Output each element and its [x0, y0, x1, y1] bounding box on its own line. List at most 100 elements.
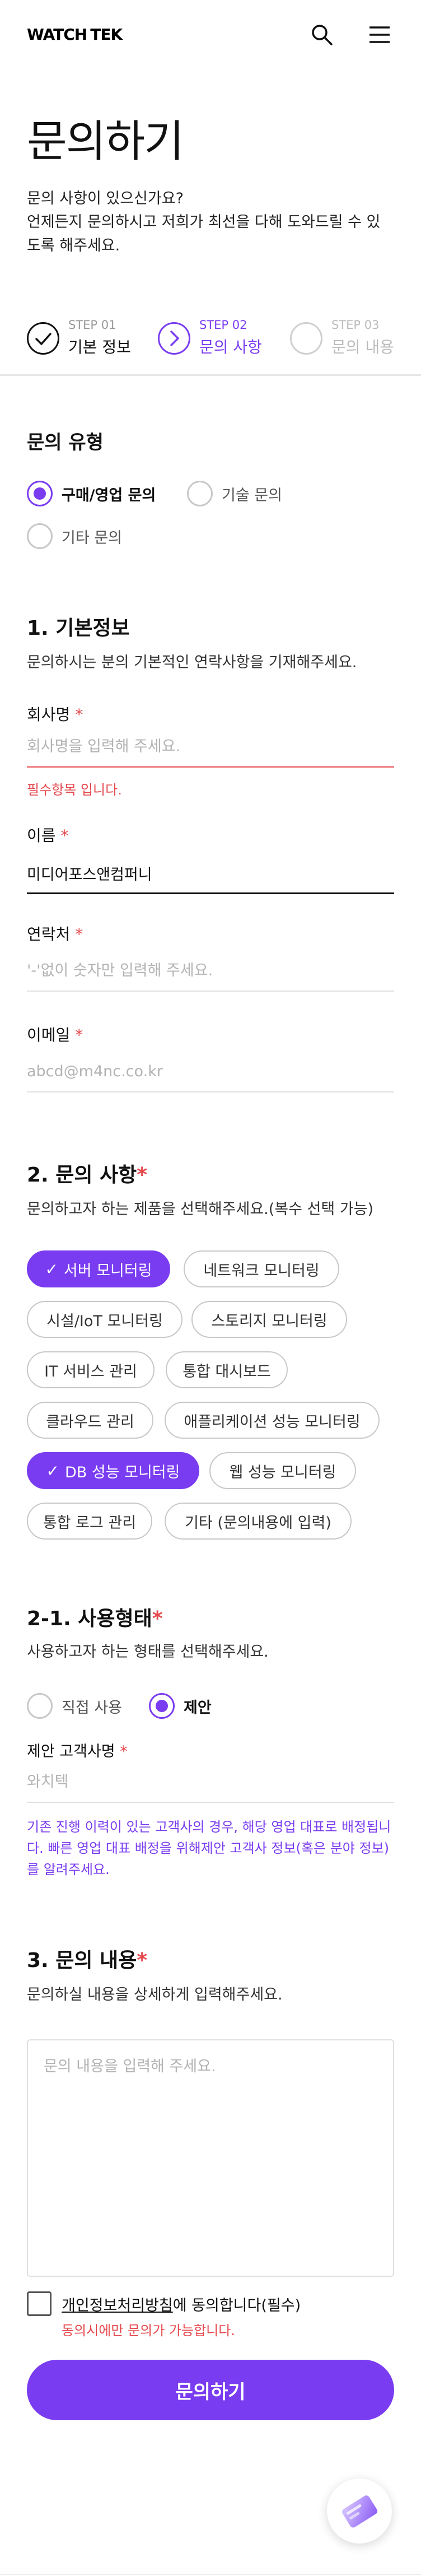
- watchtek-logo[interactable]: WATCH TEK: [27, 21, 148, 54]
- page-description-line: 도록 해주세요.: [27, 237, 120, 254]
- chip-db-performance-monitoring[interactable]: DB 성능 모니터링: [27, 1452, 199, 1489]
- name-field: [27, 856, 394, 894]
- assignment-note-line: 다. 빠른 영업 대표 배정을 위해제안 고객사 정보(혹은 분야 정보): [27, 1840, 390, 1856]
- radio-label: 제안: [184, 1699, 212, 1717]
- company-error-message: 필수항목 입니다.: [27, 782, 122, 798]
- step-circle-icon: [290, 322, 322, 355]
- radio-purchase-inquiry[interactable]: 구매/영업 문의: [27, 480, 156, 508]
- privacy-agreement-text: 에 동의합니다(필수): [172, 2296, 301, 2314]
- radio-label: 기술 문의: [222, 486, 282, 504]
- submit-button[interactable]: 문의하기: [27, 2360, 394, 2420]
- page-title: 문의하기: [27, 117, 184, 167]
- privacy-agreement[interactable]: 개인정보처리방침에 동의합니다(필수): [27, 2289, 301, 2318]
- step-number: STEP 02: [199, 318, 247, 332]
- usage-title-text: 2-1. 사용형태: [27, 1607, 152, 1630]
- content-description: 문의하실 내용을 상세하게 입력해주세요.: [27, 1986, 283, 2003]
- radio-tech-inquiry[interactable]: 기술 문의: [187, 480, 282, 508]
- content-textarea-box: [27, 2039, 394, 2277]
- step-number: STEP 01: [68, 318, 116, 332]
- assignment-note-line: 를 알려주세요.: [27, 1862, 110, 1877]
- message-card-icon: [342, 2495, 378, 2528]
- inquiry-type-title: 문의 유형: [27, 431, 104, 454]
- chip-web-performance-monitoring[interactable]: 웹 성능 모니터링: [209, 1452, 356, 1489]
- client-name-input[interactable]: [27, 1765, 394, 1798]
- email-input[interactable]: [27, 1054, 394, 1088]
- agreement-required-notice: 동의시에만 문의가 가능합니다.: [62, 2323, 235, 2338]
- name-label-text: 이름: [27, 826, 56, 845]
- email-field: [27, 1054, 394, 1092]
- phone-input[interactable]: [27, 954, 394, 987]
- content-textarea[interactable]: [28, 2040, 393, 2276]
- page-description-line: 언제든지 문의하시고 저희가 최선을 다해 도와드릴 수 있: [27, 213, 381, 231]
- content-title-text: 3. 문의 내용: [27, 1949, 137, 1972]
- chip-it-service-management[interactable]: IT 서비스 관리: [27, 1351, 155, 1388]
- company-label: 회사명 *: [27, 703, 83, 725]
- inquiry-items-title-text: 2. 문의 사항: [27, 1164, 137, 1187]
- logo-tek-text: TEK: [90, 21, 148, 54]
- chip-other[interactable]: 기타 (문의내용에 입력): [165, 1503, 352, 1540]
- radio-other-inquiry[interactable]: 기타 문의: [27, 522, 122, 550]
- required-mark: *: [60, 826, 69, 845]
- client-name-label-text: 제안 고객사명: [27, 1743, 115, 1760]
- phone-label-text: 연락처: [27, 925, 71, 943]
- basic-info-description: 문의하시는 분의 기본적인 연락사항을 기재해주세요.: [27, 654, 357, 671]
- privacy-policy-link[interactable]: 개인정보처리방침: [62, 2297, 173, 2314]
- company-label-text: 회사명: [27, 705, 71, 724]
- chevron-right-icon: [158, 322, 190, 355]
- chip-integrated-dashboard[interactable]: 통합 대시보드: [166, 1351, 288, 1388]
- step-indicator: STEP 01 기본 정보 STEP 02 문의 사항 STEP 03 문의 내…: [27, 314, 396, 364]
- company-input[interactable]: [27, 729, 394, 763]
- radio-selected-icon: [27, 481, 53, 506]
- chip-apm[interactable]: 애플리케이션 성능 모니터링: [165, 1402, 380, 1439]
- radio-label: 구매/영업 문의: [62, 486, 156, 504]
- email-label-text: 이메일: [27, 1026, 71, 1044]
- chip-integrated-log-management[interactable]: 통합 로그 관리: [27, 1503, 152, 1540]
- radio-direct-use[interactable]: 직접 사용: [27, 1692, 122, 1720]
- step-name: 기본 정보: [68, 338, 131, 356]
- chip-facility-iot-monitoring[interactable]: 시설/IoT 모니터링: [27, 1301, 183, 1338]
- phone-label: 연락처 *: [27, 922, 83, 945]
- radio-label: 기타 문의: [62, 529, 122, 547]
- usage-title: 2-1. 사용형태*: [27, 1602, 163, 1631]
- checkbox-icon[interactable]: [27, 2291, 52, 2316]
- radio-unselected-icon: [27, 523, 53, 549]
- privacy-agreement-label: 개인정보처리방침에 동의합니다(필수): [62, 2293, 301, 2315]
- phone-field: [27, 954, 394, 992]
- hamburger-menu-icon[interactable]: [367, 22, 392, 47]
- required-mark: *: [75, 705, 83, 724]
- required-mark: *: [75, 925, 83, 943]
- name-label: 이름 *: [27, 824, 68, 846]
- basic-info-title: 1. 기본정보: [27, 617, 130, 640]
- logo-watch-text: WATCH: [27, 25, 87, 44]
- page-description: 문의 사항이 있으신가요? 언제든지 문의하시고 저희가 최선을 다해 도와드릴…: [27, 187, 396, 258]
- client-name-label: 제안 고객사명 *: [27, 1739, 128, 1761]
- radio-selected-icon: [149, 1693, 175, 1719]
- client-name-field: [27, 1765, 394, 1803]
- radio-unselected-icon: [27, 1693, 53, 1719]
- step-name: 문의 내용: [331, 338, 394, 356]
- page-description-line: 문의 사항이 있으신가요?: [27, 190, 184, 207]
- email-label: 이메일 *: [27, 1023, 83, 1045]
- divider: [0, 2574, 421, 2575]
- required-mark: *: [137, 1164, 148, 1187]
- inquiry-items-description: 문의하고자 하는 제품을 선택해주세요.(복수 선택 가능): [27, 1201, 374, 1218]
- radio-proposal[interactable]: 제안: [149, 1692, 212, 1720]
- assignment-note: 기존 진행 이력이 있는 고객사의 경우, 해당 영업 대표로 배정됩니 다. …: [27, 1816, 396, 1880]
- radio-unselected-icon: [187, 481, 213, 506]
- chip-cloud-management[interactable]: 클라우드 관리: [27, 1402, 153, 1439]
- required-mark: *: [75, 1026, 83, 1044]
- chip-storage-monitoring[interactable]: 스토리지 모니터링: [191, 1301, 347, 1338]
- radio-label: 직접 사용: [62, 1699, 122, 1717]
- divider: [0, 374, 421, 376]
- content-title: 3. 문의 내용*: [27, 1944, 147, 1973]
- chip-server-monitoring[interactable]: 서버 모니터링: [27, 1250, 170, 1287]
- check-icon: [27, 322, 59, 355]
- chip-network-monitoring[interactable]: 네트워크 모니터링: [184, 1250, 339, 1287]
- required-mark: *: [137, 1949, 148, 1972]
- header: WATCH TEK: [0, 0, 421, 73]
- search-icon[interactable]: [310, 22, 334, 47]
- required-mark: *: [120, 1743, 128, 1760]
- company-field: [27, 729, 394, 768]
- name-input[interactable]: [27, 856, 394, 890]
- floating-action-button[interactable]: [327, 2479, 392, 2544]
